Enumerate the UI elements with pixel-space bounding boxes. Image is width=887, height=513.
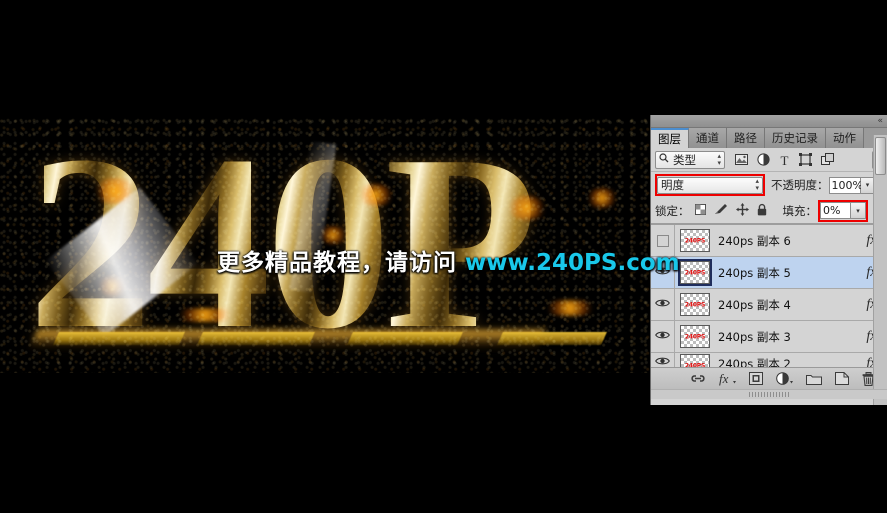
new-layer-icon[interactable] (835, 372, 849, 385)
table-row[interactable]: 240PS 240ps 副本 2 fx ▾ (651, 353, 887, 367)
image-icon[interactable] (735, 154, 748, 165)
svg-text:fx: fx (719, 371, 729, 386)
panel-title-bar[interactable]: « (651, 115, 887, 128)
watermark-url: www.240PS.com (465, 250, 680, 276)
smart-object-icon[interactable] (821, 153, 834, 166)
blend-mode-highlight: 明度 ▴ ▾ (655, 174, 765, 196)
opacity-input[interactable]: 100% (828, 176, 863, 194)
tab-label: 动作 (833, 131, 856, 145)
fill-value: 0% (823, 204, 841, 217)
layer-name[interactable]: 240ps 副本 2 (718, 356, 791, 367)
table-row[interactable]: 240PS 240ps 副本 5 fx ▾ (651, 257, 887, 289)
layers-panel-bottom-toolbar: fx (651, 367, 887, 389)
layers-panel: « 图层 通道 路径 历史记录 动作 ▾ 类型 ▴▾ T (650, 115, 887, 405)
layer-visibility-toggle[interactable] (651, 321, 675, 352)
table-row[interactable]: 240PS 240ps 副本 6 fx ▾ (651, 225, 887, 257)
layer-name[interactable]: 240ps 副本 4 (718, 297, 791, 313)
watermark-chinese: 更多精品教程，请访问 (217, 250, 457, 276)
adjustment-icon[interactable] (757, 153, 770, 166)
tab-label: 图层 (658, 132, 681, 146)
layer-filter-row: 类型 ▴ ▾ T (651, 148, 887, 172)
table-row[interactable]: 240PS 240ps 副本 4 fx ▾ (651, 289, 887, 321)
layer-thumbnail[interactable]: 240PS (678, 259, 712, 286)
layer-thumbnail-text: 240PS (684, 301, 706, 308)
eye-icon[interactable] (655, 356, 670, 367)
tab-layers[interactable]: 图层 (651, 128, 689, 148)
filter-type-icons: T (735, 153, 834, 168)
search-icon (659, 153, 669, 166)
resize-grip-dots (749, 392, 789, 397)
add-layer-style-fx-icon[interactable]: fx (719, 371, 736, 386)
tab-history[interactable]: 历史记录 (765, 128, 826, 148)
collapse-panel-icon[interactable]: « (877, 116, 883, 127)
layer-thumbnail-text: 240PS (684, 237, 706, 244)
opacity-value: 100% (831, 178, 863, 192)
highlight-hotspot (585, 188, 619, 208)
tab-label: 通道 (696, 131, 719, 145)
type-icon[interactable]: T (779, 153, 790, 168)
layer-thumbnail[interactable]: 240PS (680, 293, 710, 316)
fill-input[interactable]: 0% (820, 202, 851, 219)
panel-scrollbar[interactable] (873, 135, 887, 405)
filter-kind-select[interactable]: 类型 ▴ ▾ (655, 150, 725, 169)
tab-actions[interactable]: 动作 (826, 128, 864, 148)
table-row[interactable]: 240PS 240ps 副本 3 fx ▾ (651, 321, 887, 353)
resize-grip[interactable] (651, 389, 887, 399)
scrollbar-thumb[interactable] (875, 137, 886, 175)
eye-icon[interactable] (655, 330, 670, 343)
layer-thumbnail[interactable]: 240PS (680, 229, 710, 252)
blend-mode-select[interactable]: 明度 ▴ ▾ (657, 176, 763, 194)
tab-paths[interactable]: 路径 (727, 128, 765, 148)
shape-icon[interactable] (799, 153, 812, 166)
eye-icon[interactable] (655, 298, 670, 311)
new-group-icon[interactable] (806, 373, 822, 385)
lock-row: 锁定： 填充： 0% ▾ (651, 198, 887, 224)
layer-thumbnail[interactable]: 240PS (680, 325, 710, 348)
layer-visibility-toggle[interactable] (651, 353, 675, 367)
layer-name[interactable]: 240ps 副本 5 (718, 265, 791, 281)
layer-name[interactable]: 240ps 副本 3 (718, 329, 791, 345)
layer-thumbnail[interactable]: 240PS (680, 354, 710, 367)
lock-icons (694, 202, 767, 219)
watermark: 更多精品教程，请访问 www.240PS.com (217, 243, 680, 277)
lock-position-icon[interactable] (735, 202, 749, 219)
add-layer-mask-icon[interactable] (749, 372, 763, 385)
blend-mode-row: 明度 ▴ ▾ 不透明度： 100% ▾ (651, 172, 887, 198)
blend-mode-value: 明度 (661, 178, 684, 192)
layer-thumbnail-text: 240PS (684, 362, 706, 367)
lock-all-icon[interactable] (757, 203, 767, 219)
svg-text:T: T (781, 153, 789, 168)
panel-tab-strip: 图层 通道 路径 历史记录 动作 ▾ (651, 128, 887, 148)
glyph-2: 2 (28, 118, 153, 373)
layer-visibility-toggle[interactable] (651, 289, 675, 320)
filter-kind-label: 类型 (673, 152, 696, 167)
blend-mode-spinner[interactable]: ▴ ▾ (755, 178, 759, 192)
new-fill-adjustment-layer-icon[interactable] (776, 372, 793, 385)
lock-transparency-icon[interactable] (694, 203, 706, 218)
highlight-hotspot (540, 300, 600, 316)
layer-name[interactable]: 240ps 副本 6 (718, 233, 791, 249)
fill-highlight: 0% ▾ (818, 199, 868, 222)
layer-list[interactable]: 240PS 240ps 副本 6 fx ▾ 240PS 240ps 副本 5 f… (651, 224, 887, 367)
tab-label: 路径 (734, 131, 757, 145)
fill-chevron-down-icon[interactable]: ▾ (851, 202, 866, 219)
tab-label: 历史记录 (772, 131, 818, 145)
lock-label: 锁定： (655, 203, 690, 218)
tab-channels[interactable]: 通道 (689, 128, 727, 148)
filter-kind-spinner[interactable]: ▴ ▾ (717, 153, 721, 167)
layer-thumbnail-text: 240PS (684, 333, 706, 340)
fill-label: 填充： (782, 203, 818, 218)
link-layers-icon[interactable] (690, 373, 706, 384)
layer-thumbnail-text: 240PS (684, 269, 706, 276)
lock-image-icon[interactable] (714, 203, 728, 218)
opacity-label: 不透明度： (771, 178, 829, 192)
